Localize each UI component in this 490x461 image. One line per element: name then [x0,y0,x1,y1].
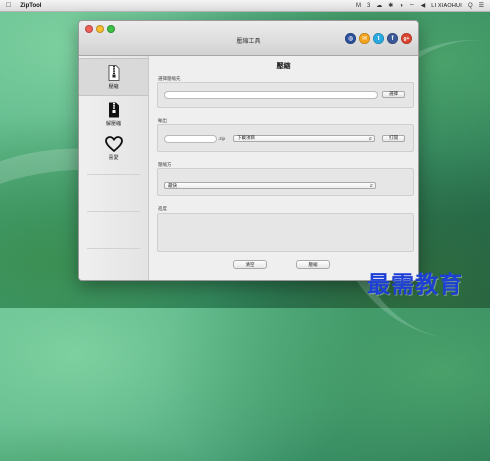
output-location-value: 下載項目 [237,135,255,140]
menu-bar:  ZipTool M 3 ☁ ✱ ◑ ⌔ ◀ LI XIAOHUI Q ☰ [0,0,490,12]
progress-area [157,213,414,252]
sidebar-item-label: 喜愛 [108,154,119,161]
chevron-updown-icon: ⇵ [368,135,372,141]
output-filename-field[interactable] [164,135,217,143]
bluetooth-icon[interactable]: ✱ [388,2,393,9]
window-controls [85,25,115,33]
output-group: .zip 下載項目 ⇵ 打開 [157,124,414,152]
time-machine-icon[interactable]: ◑ [399,3,403,9]
facebook-icon[interactable]: f [387,33,398,44]
output-location-select[interactable]: 下載項目 ⇵ [233,134,375,142]
spotlight-icon[interactable]: Q [468,3,473,9]
status-area: M 3 ☁ ✱ ◑ ⌔ ◀ LI XIAOHUI Q ☰ [356,2,490,10]
email-icon[interactable]: ✉ [359,33,370,44]
progress-label: 進度 [158,206,167,211]
sidebar-item-label: 解壓縮 [105,120,121,127]
sidebar-item-favorites[interactable]: 喜愛 [79,130,148,166]
sidebar-divider [87,248,140,249]
sidebar-item-decompress[interactable]: 解壓縮 [79,96,148,132]
user-name[interactable]: LI XIAOHUI [431,3,462,9]
notification-center-icon[interactable]: ☰ [479,2,484,9]
browse-button[interactable]: 選擇 [382,90,405,98]
status-icon[interactable]: M [356,3,361,9]
sidebar-item-compress[interactable]: 壓縮 [79,58,148,96]
sidebar: 壓縮 解壓縮 喜愛 [79,56,149,280]
method-group: 最快 ⇵ [157,168,414,196]
heart-icon [104,135,123,152]
wifi-icon[interactable]: ⌔ [409,2,415,10]
twitter-icon[interactable]: t [373,33,384,44]
zip-suffix-label: .zip [218,135,226,141]
apple-icon[interactable]:  [6,2,11,9]
status-icon[interactable]: 3 [367,3,370,9]
zipper-file-icon [108,64,119,81]
sidebar-divider [87,211,140,212]
minimize-window-button[interactable] [96,25,104,33]
volume-icon[interactable]: ◀ [421,2,426,9]
social-buttons: ◍ ✉ t f g+ [345,33,412,44]
chevron-updown-icon: ⇵ [369,183,373,188]
clear-button[interactable]: 清空 [233,260,267,269]
globe-icon[interactable]: ◍ [345,33,356,44]
compress-button[interactable]: 壓縮 [296,260,330,269]
archive-file-icon [108,102,119,117]
ziptool-window: 壓縮工具 ◍ ✉ t f g+ 壓縮 解壓縮 喜愛 壓縮 選擇壓縮先 選擇 輸出… [78,20,419,281]
window-titlebar[interactable]: 壓縮工具 ◍ ✉ t f g+ [79,21,418,56]
compression-method-select[interactable]: 最快 ⇵ [164,182,376,189]
open-button[interactable]: 打開 [382,134,405,142]
source-path-field[interactable] [164,91,378,99]
google-plus-icon[interactable]: g+ [401,33,412,44]
sidebar-divider [87,174,140,175]
source-group: 選擇 [157,82,414,108]
close-window-button[interactable] [85,25,93,33]
sidebar-item-label: 壓縮 [108,83,119,90]
app-menu-name[interactable]: ZipTool [20,3,41,9]
cloud-icon[interactable]: ☁ [376,2,382,9]
zoom-window-button[interactable] [107,25,115,33]
compression-method-value: 最快 [168,182,177,188]
page-title: 壓縮 [276,63,291,70]
main-panel: 壓縮 選擇壓縮先 選擇 輸出 .zip 下載項目 ⇵ 打開 壓縮方 最快 ⇵ 進… [149,56,418,280]
watermark-text: 最需教育 [367,271,463,298]
